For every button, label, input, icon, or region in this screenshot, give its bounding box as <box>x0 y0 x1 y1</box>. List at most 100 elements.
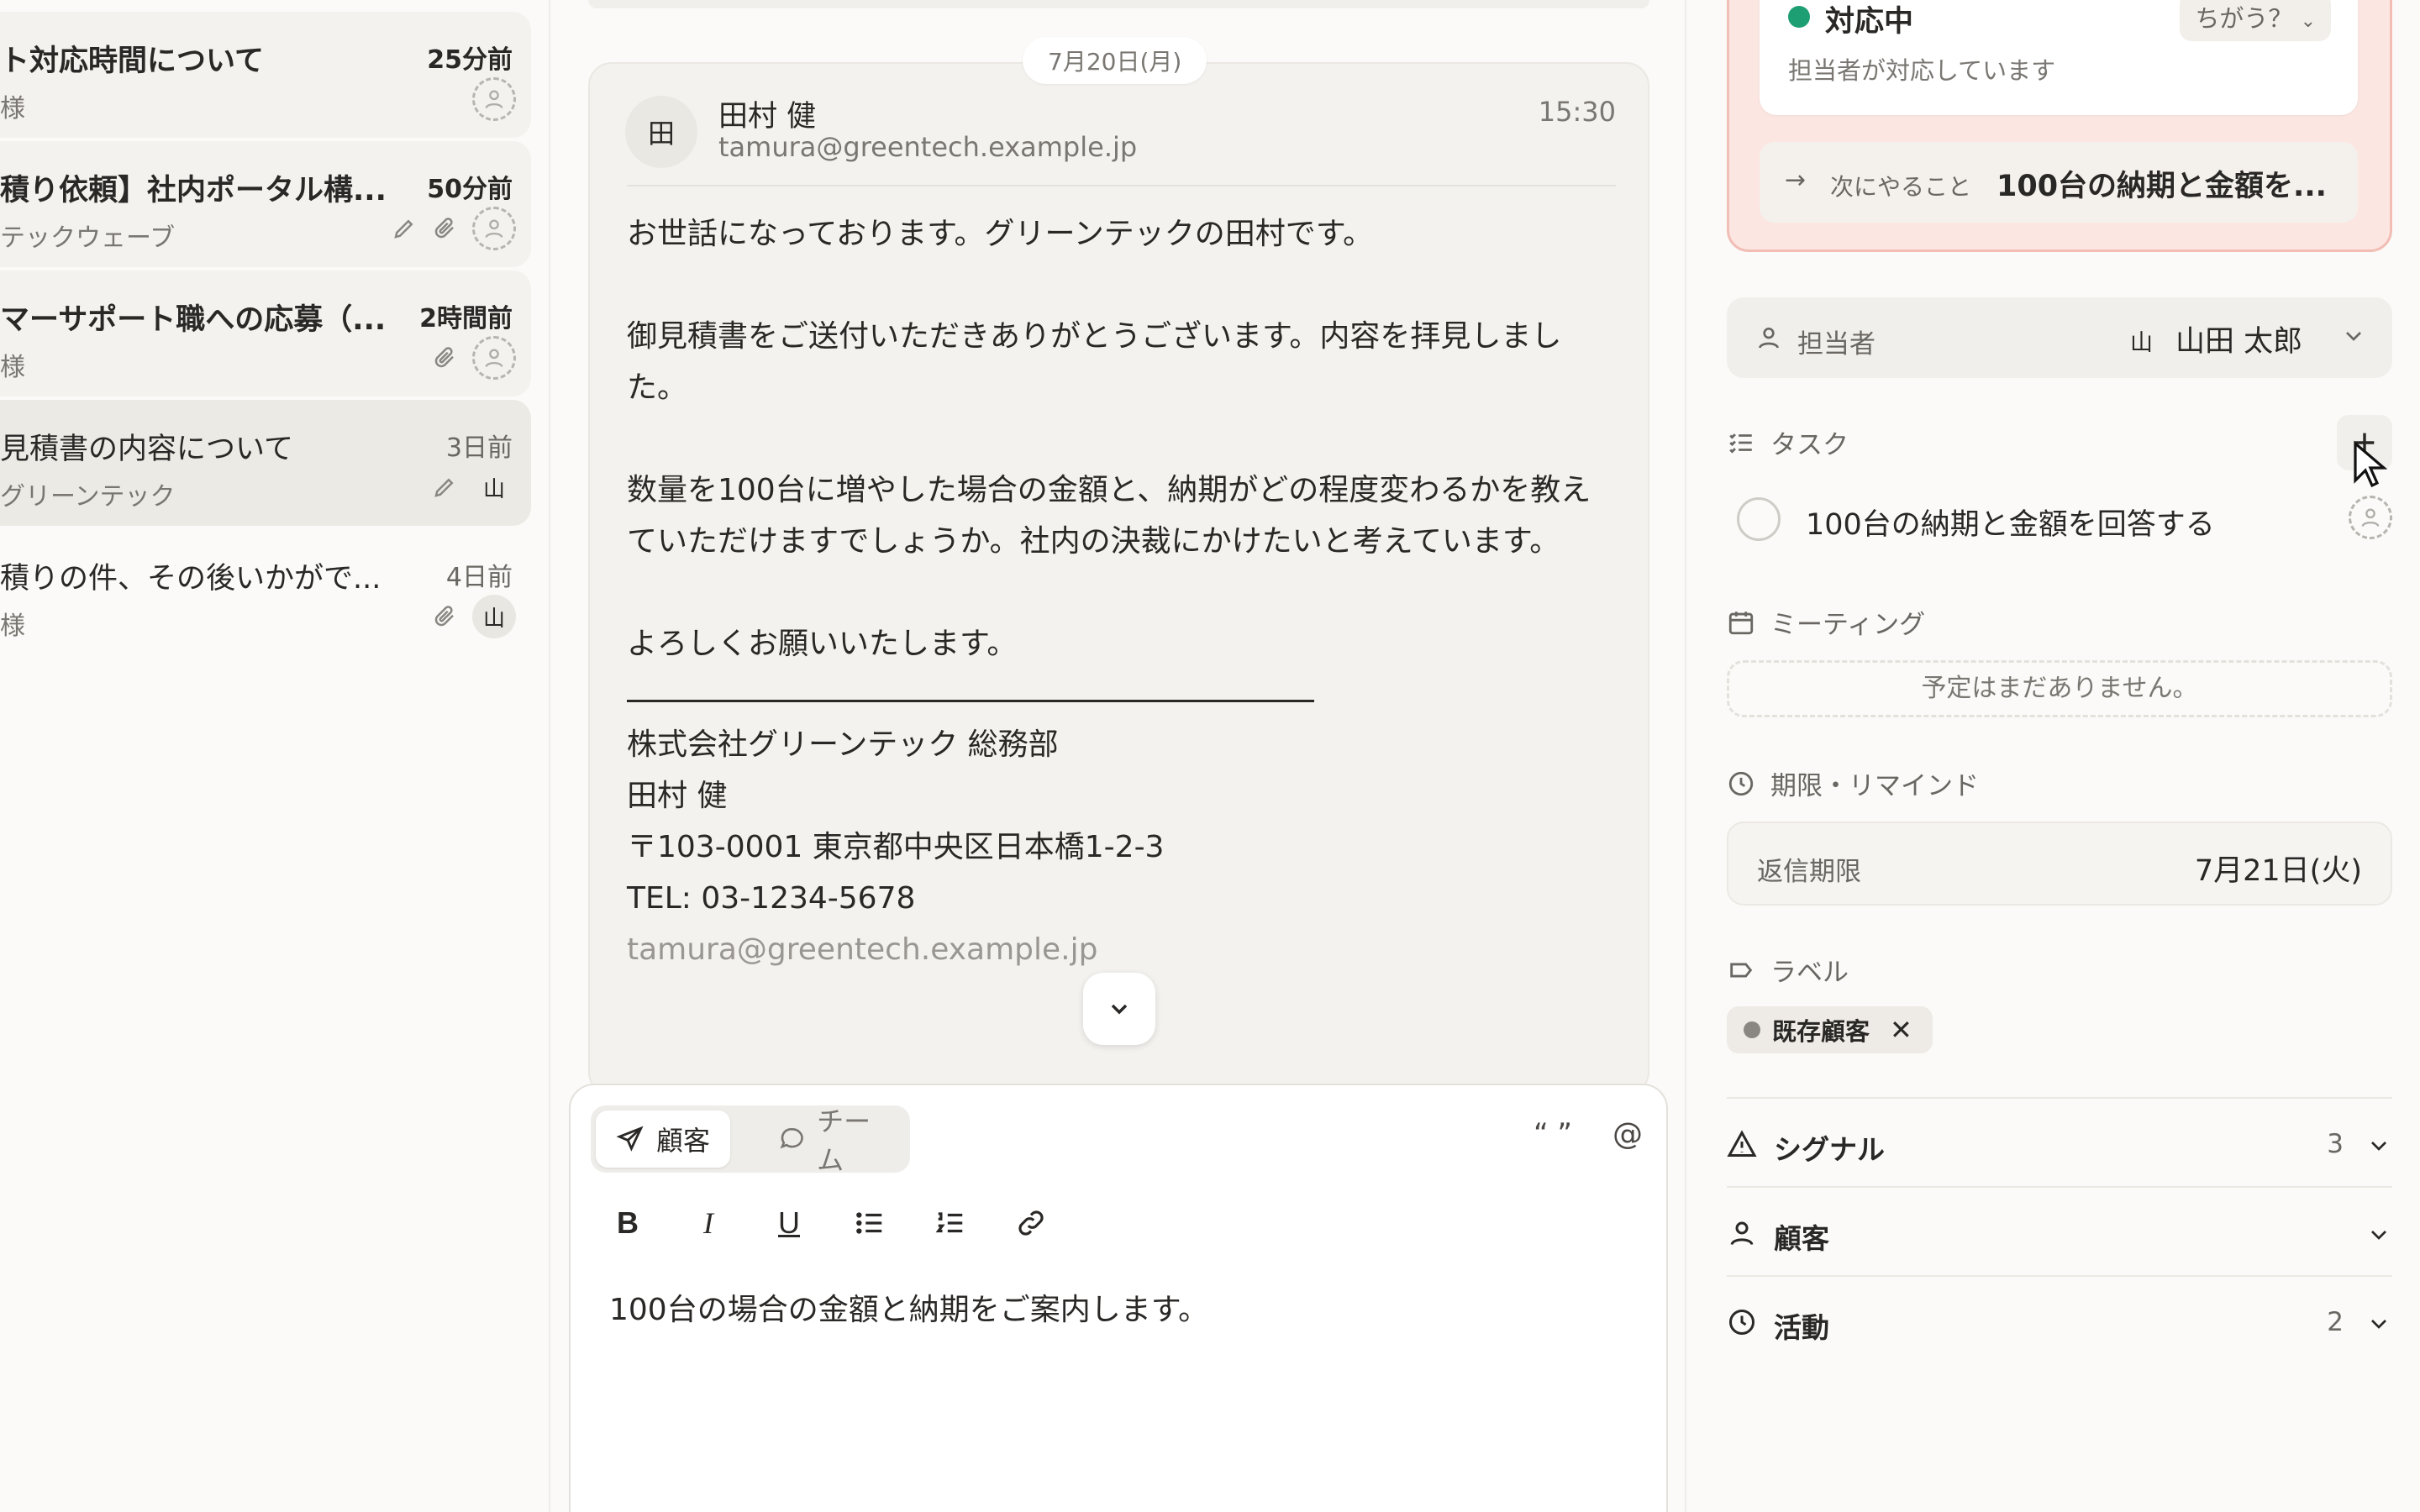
link-icon[interactable] <box>1011 1203 1051 1243</box>
assignee-avatar[interactable]: 山 <box>472 595 516 638</box>
status-title: 対応中 <box>1825 5 1914 39</box>
message-card: 田 田村 健 tamura@greentech.example.jp 15:30… <box>588 62 1649 1095</box>
deadline-label: 期限・リマインド <box>1770 771 1979 801</box>
chevron-down-icon <box>2371 1320 2386 1329</box>
draft-pencil-icon <box>434 478 454 497</box>
activity-count: 2 <box>2327 1307 2344 1337</box>
conversation-icons <box>472 77 516 121</box>
mention-icon[interactable]: @ <box>1612 1117 1643 1152</box>
conversation-time: 25分前 <box>427 45 513 75</box>
thread-pane: 田 田村 健 tamura@greentech.example.jp 15:30… <box>550 0 1685 1512</box>
chevron-down-icon <box>2371 1231 2386 1240</box>
conversation-item[interactable]: ト対応時間について 25分前 様 <box>0 12 531 138</box>
assignee-selector[interactable]: 担当者 山 山田 太郎 <box>1727 297 2392 378</box>
reply-editor[interactable]: 100台の場合の金額と納期をご案内します。 <box>609 1285 1208 1329</box>
assignee-avatar[interactable]: 山 <box>472 465 516 509</box>
conversation-subject: 見積書の内容について <box>0 433 293 466</box>
tag-icon <box>1730 963 1753 977</box>
conversation-time: 2時間前 <box>419 304 513 333</box>
conversation-from: 様 <box>0 94 25 123</box>
conversation-item[interactable]: 積り依頼】社内ポータル構... 50分前 テックウェーブ <box>0 141 531 267</box>
numbered-list-icon[interactable] <box>930 1203 971 1243</box>
unassigned-avatar-icon[interactable] <box>472 207 516 250</box>
conversation-time: 4日前 <box>445 563 513 592</box>
unassigned-avatar-icon[interactable] <box>472 77 516 121</box>
assignee-name: 山田 太郎 <box>2175 325 2303 359</box>
message-time: 15:30 <box>1538 96 1616 128</box>
activity-section[interactable]: 活動 2 <box>1727 1289 2392 1356</box>
quote-icon[interactable]: “ ” <box>1534 1117 1572 1151</box>
signature-divider <box>627 700 1314 702</box>
label-tag[interactable]: 既存顧客 ✕ <box>1727 1006 1933 1053</box>
conversation-subject: 積り依頼】社内ポータル構... <box>0 174 387 207</box>
checklist-icon <box>1729 433 1752 454</box>
conversation-time: 3日前 <box>445 433 513 463</box>
sender-avatar: 田 <box>625 96 697 168</box>
customer-section[interactable]: 顧客 <box>1727 1200 2392 1267</box>
deadline-header: 期限・リマインド <box>1727 764 1979 802</box>
next-action-card[interactable]: → 次にやること 100台の納期と金額を... <box>1760 142 2358 223</box>
underline-icon[interactable]: U <box>769 1203 809 1243</box>
mouse-cursor-icon <box>2354 440 2388 488</box>
signature-line: 田村 健 <box>627 779 728 813</box>
status-change-button[interactable]: ちがう？ ⌄ <box>2180 0 2331 41</box>
remove-label-icon[interactable]: ✕ <box>1890 1014 1912 1046</box>
task-item[interactable]: 100台の納期と金額を回答する <box>1737 494 2392 544</box>
reply-composer: 顧客 チーム “ ” @ B I U 100台の場合の金額と納期をご案内します。 <box>569 1084 1668 1512</box>
status-subtitle: 担当者が対応しています <box>1788 56 2056 85</box>
message-paragraph: お世話になっております。グリーンテックの田村です。 <box>627 217 1374 251</box>
sender-name: 田村 健 <box>718 100 817 134</box>
conversation-from: グリーンテック <box>0 482 176 512</box>
task-assignee-icon[interactable] <box>2349 496 2392 539</box>
customer-label: 顧客 <box>1774 1222 1829 1255</box>
signature-line: 株式会社グリーンテック 総務部 <box>627 727 1059 762</box>
signature-line: TEL: 03-1234-5678 <box>627 881 916 916</box>
tab-customer[interactable]: 顧客 <box>596 1110 731 1168</box>
section-divider <box>1727 1097 2392 1099</box>
status-change-label: ちがう？ <box>2195 4 2293 33</box>
conversation-from: テックウェーブ <box>0 223 176 253</box>
meetings-label: ミーティング <box>1770 610 1926 640</box>
italic-icon[interactable]: I <box>688 1203 729 1243</box>
message-divider <box>627 185 1616 186</box>
task-checkbox[interactable] <box>1737 497 1781 541</box>
conversation-icons: 山 <box>432 465 516 509</box>
chevron-down-icon <box>2371 1142 2386 1151</box>
labels-label: ラベル <box>1770 958 1849 988</box>
tasks-header: タスク <box>1727 423 1849 461</box>
attachment-icon <box>434 347 454 368</box>
signature-line: 〒103-0001 東京都中央区日本橋1-2-3 <box>627 830 1165 864</box>
person-icon <box>1759 328 1779 349</box>
reply-deadline-field[interactable]: 返信期限 7月21日(火) <box>1727 822 2392 906</box>
details-sidebar: 対応中 担当者が対応しています ちがう？ ⌄ → 次にやること 100台の納期と… <box>1685 0 2420 1512</box>
activity-label: 活動 <box>1774 1311 1829 1344</box>
conversation-icons <box>392 207 516 250</box>
meetings-empty: 予定はまだありません。 <box>1727 660 2392 717</box>
tasks-label: タスク <box>1770 430 1849 460</box>
message-paragraph: よろしくお願いいたします。 <box>627 627 1018 661</box>
chat-bubble-icon <box>780 1128 803 1149</box>
clock-icon <box>1729 1310 1754 1335</box>
signals-section[interactable]: シグナル 3 <box>1727 1110 2392 1178</box>
conversation-icons: 山 <box>432 595 516 638</box>
next-action-value: 100台の納期と金額を... <box>1996 170 2327 203</box>
tab-team[interactable]: チーム <box>759 1105 910 1176</box>
conversation-icons <box>432 336 516 380</box>
clock-icon <box>1728 771 1754 795</box>
conversation-item-active[interactable]: 見積書の内容について 3日前 グリーンテック 山 <box>0 400 531 526</box>
draft-pencil-icon <box>394 219 413 239</box>
conversation-subject: マーサポート職への応募（... <box>0 303 387 337</box>
assignee-initial: 山 <box>2130 330 2153 356</box>
section-divider <box>1727 1275 2392 1277</box>
bullet-list-icon[interactable] <box>850 1203 890 1243</box>
unassigned-avatar-icon[interactable] <box>472 336 516 380</box>
message-paragraph: 御見積書をご送付いただきありがとうございます。内容を拝見しました。 <box>627 319 1562 405</box>
reply-due-value: 7月21日(火) <box>2194 854 2362 888</box>
conversation-time: 50分前 <box>427 175 513 204</box>
status-card: 対応中 担当者が対応しています ちがう？ ⌄ <box>1760 0 2358 115</box>
conversation-item[interactable]: 積りの件、その後いかがで... 4日前 様 山 <box>0 529 531 655</box>
conversation-item[interactable]: マーサポート職への応募（... 2時間前 様 <box>0 270 531 396</box>
scroll-down-button[interactable] <box>1083 973 1155 1045</box>
bold-icon[interactable]: B <box>608 1203 648 1243</box>
conversation-list: ト対応時間について 25分前 様 積り依頼】社内ポータル構... 50分前 テッ… <box>0 0 550 1512</box>
